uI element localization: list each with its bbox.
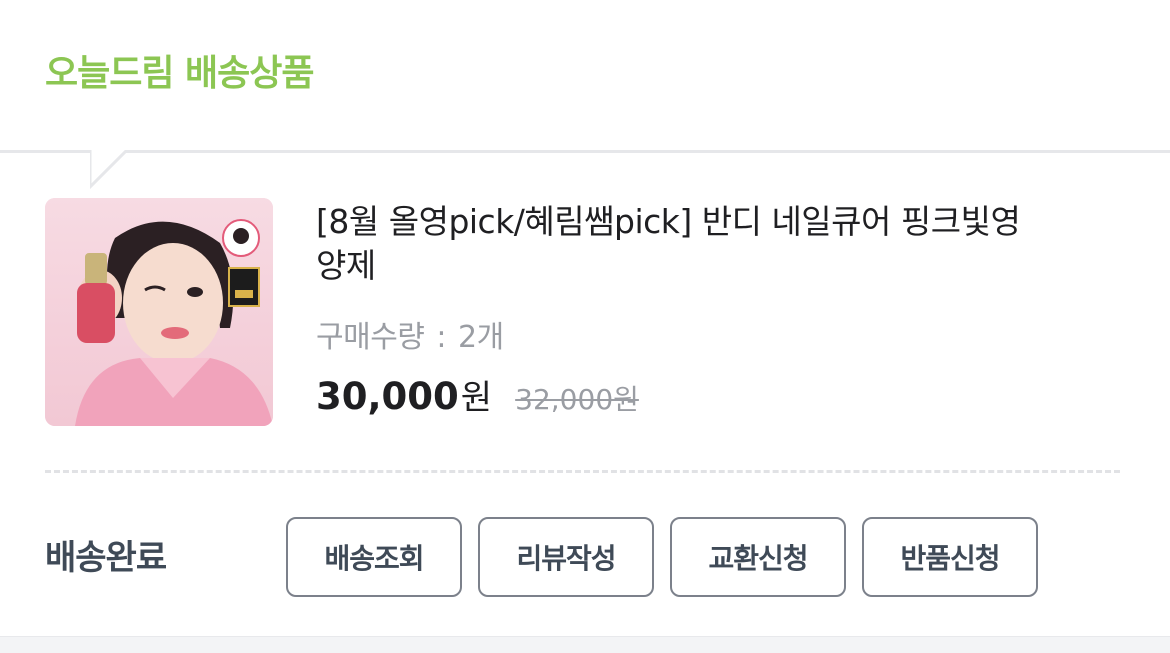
sale-price: 30,000 bbox=[316, 375, 459, 418]
quantity-separator: : bbox=[436, 320, 447, 355]
exchange-request-button[interactable]: 교환신청 bbox=[670, 517, 846, 597]
quantity-line: 구매수량:2개 bbox=[316, 312, 504, 356]
section-title: 오늘드림 배송상품 bbox=[45, 53, 314, 94]
write-review-button[interactable]: 리뷰작성 bbox=[478, 517, 654, 597]
dashed-divider bbox=[45, 470, 1120, 473]
quantity-label: 구매수량 bbox=[316, 320, 425, 355]
track-delivery-button[interactable]: 배송조회 bbox=[286, 517, 462, 597]
bottom-separator-band bbox=[0, 636, 1170, 653]
delivery-status: 배송완료 bbox=[45, 538, 167, 578]
return-request-button[interactable]: 반품신청 bbox=[862, 517, 1038, 597]
product-thumbnail[interactable] bbox=[45, 198, 273, 426]
quantity-value: 2개 bbox=[458, 320, 504, 355]
product-photo-icon bbox=[45, 198, 273, 426]
product-title[interactable]: [8월 올영pick/혜림쌤pick] 반디 네일큐어 핑크빛영양제 bbox=[316, 200, 1036, 288]
card-top-border bbox=[0, 150, 1170, 153]
price-row: 30,000원 32,000원 bbox=[316, 370, 639, 420]
price-unit: 원 bbox=[460, 378, 493, 418]
original-price: 32,000원 bbox=[515, 383, 639, 416]
